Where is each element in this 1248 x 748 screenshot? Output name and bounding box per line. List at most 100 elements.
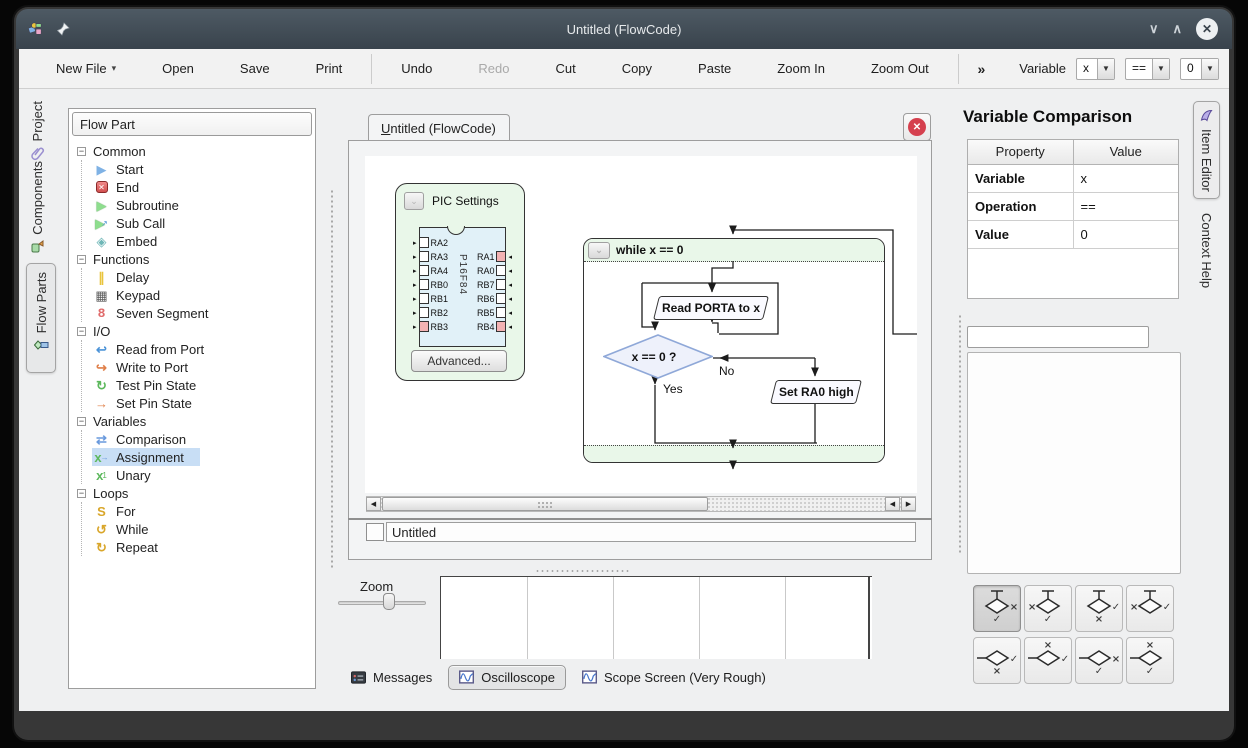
tree-item-unary[interactable]: x1Unary	[92, 466, 167, 484]
scrollbar-thumb[interactable]	[382, 497, 708, 511]
tree-item-keypad[interactable]: ▦Keypad	[92, 286, 176, 304]
panel-splitter[interactable]	[330, 189, 334, 569]
toolbar-button-zoom-out[interactable]: Zoom Out	[857, 55, 943, 83]
collapse-icon[interactable]: −	[77, 255, 86, 264]
item-editor-input[interactable]	[967, 326, 1149, 348]
no-label: No	[719, 364, 734, 378]
branch-option-5[interactable]: ×✓	[973, 637, 1021, 684]
window-title: Untitled (FlowCode)	[16, 22, 1232, 37]
chevron-down-icon: ▼	[1097, 59, 1114, 79]
tree-item-write-to-port[interactable]: ↪Write to Port	[92, 358, 204, 376]
pin-icon[interactable]	[55, 22, 70, 36]
collapse-icon[interactable]: −	[77, 489, 86, 498]
minimize-icon[interactable]: ∨	[1149, 21, 1159, 37]
item-editor-list[interactable]	[967, 352, 1181, 574]
pin-arrow-icon: ◂	[508, 295, 512, 303]
toolbar-button-undo[interactable]: Undo	[387, 55, 446, 83]
tree-item-read-from-port[interactable]: ↩Read from Port	[92, 340, 220, 358]
table-row[interactable]: Value0	[968, 220, 1178, 248]
toolbar-button-open[interactable]: Open	[148, 55, 208, 83]
branch-option-8[interactable]: ×✓	[1126, 637, 1174, 684]
tree-item-repeat[interactable]: ↻Repeat	[92, 538, 174, 556]
scroll-left2-icon[interactable]: ◀	[885, 497, 900, 511]
tree-group-variables[interactable]: −Variables	[75, 412, 312, 430]
toolbar-overflow-icon[interactable]: »	[977, 61, 985, 77]
collapse-button[interactable]: ⌄	[404, 192, 424, 210]
tree-item-for[interactable]: SFor	[92, 502, 152, 520]
advanced-button[interactable]: Advanced...	[411, 350, 507, 372]
maximize-icon[interactable]: ∧	[1172, 21, 1182, 37]
tab-oscilloscope[interactable]: Oscilloscope	[448, 665, 566, 690]
svg-text:✓: ✓	[1061, 654, 1068, 665]
toolbar-button-paste[interactable]: Paste	[684, 55, 745, 83]
tree-item-end[interactable]: ✕End	[92, 178, 155, 196]
variable-select-3[interactable]: 0▼	[1180, 58, 1219, 80]
tree-item-subroutine[interactable]: ▶Subroutine	[92, 196, 195, 214]
variable-select-2[interactable]: ==▼	[1125, 58, 1170, 80]
tree-group-common[interactable]: −Common	[75, 142, 312, 160]
tree-item-assignment[interactable]: x→Assignment	[92, 448, 200, 466]
set-pin-icon: →	[94, 397, 109, 410]
scroll-right-icon[interactable]: ▶	[901, 497, 916, 511]
tree-item-seven-segment[interactable]: 8Seven Segment	[92, 304, 225, 322]
toolbar-button-new-file[interactable]: New File▾	[42, 55, 130, 83]
tree-group-loops[interactable]: −Loops	[75, 484, 312, 502]
tree-item-delay[interactable]: ∥Delay	[92, 268, 165, 286]
branch-option-7[interactable]: ×✓	[1075, 637, 1123, 684]
tree-item-embed[interactable]: ◈Embed	[92, 232, 173, 250]
pic-settings-group[interactable]: ⌄ PIC Settings P16F84 ▸RA2▸RA3▸RA4▸RB0▸R…	[395, 183, 525, 381]
toolbar: New File▾ Open Save Print Undo Redo Cut Copy Pas…	[19, 49, 1229, 89]
tree-item-test-pin-state[interactable]: ↻Test Pin State	[92, 376, 212, 394]
sidebar-tab-components[interactable]: Components	[30, 161, 45, 265]
table-row[interactable]: Operation==	[968, 192, 1178, 220]
toolbar-button-redo[interactable]: Redo	[464, 55, 523, 83]
decision-diamond[interactable]: x == 0 ?	[603, 334, 713, 379]
tree-item-start[interactable]: ▶Start	[92, 160, 159, 178]
tab-messages[interactable]: Messages	[345, 666, 438, 689]
collapse-icon[interactable]: −	[77, 417, 86, 426]
collapse-icon[interactable]: −	[77, 327, 86, 336]
toolbar-button-cut[interactable]: Cut	[541, 55, 589, 83]
zoom-slider-thumb[interactable]	[383, 593, 395, 610]
canvas-hscrollbar[interactable]: ◀ ◀ ▶	[366, 496, 916, 512]
sidebar-tab-project[interactable]: Project	[30, 101, 45, 161]
branch-option-2[interactable]: ×✓	[1024, 585, 1072, 632]
close-icon[interactable]: ✕	[1196, 18, 1218, 40]
flow-part-header[interactable]: Flow Part	[72, 112, 312, 136]
toolbar-button-copy[interactable]: Copy	[608, 55, 666, 83]
read-porta-box[interactable]: Read PORTA to x	[653, 296, 769, 320]
toolbar-button-zoom-in[interactable]: Zoom In	[763, 55, 839, 83]
document-name-field[interactable]: Untitled	[386, 522, 916, 542]
tab-scope-screen-very-rough[interactable]: Scope Screen (Very Rough)	[576, 666, 772, 689]
table-row[interactable]: Variablex	[968, 164, 1178, 192]
branch-option-6[interactable]: ×✓	[1024, 637, 1072, 684]
tree-group-functions[interactable]: −Functions	[75, 250, 312, 268]
set-ra0-box[interactable]: Set RA0 high	[770, 380, 862, 404]
tree-item-while[interactable]: ↺While	[92, 520, 165, 538]
tree-group-i-o[interactable]: −I/O	[75, 322, 312, 340]
branch-option-4[interactable]: ×✓	[1126, 585, 1174, 632]
scroll-left-icon[interactable]: ◀	[366, 497, 381, 511]
right-panel-splitter[interactable]	[958, 314, 962, 554]
tree-item-set-pin-state[interactable]: →Set Pin State	[92, 394, 208, 412]
tree-item-sub-call[interactable]: ▶↗Sub Call	[92, 214, 181, 232]
toolbar-button-save[interactable]: Save	[226, 55, 284, 83]
branch-option-1[interactable]: ×✓	[973, 585, 1021, 632]
set-ra0-label: Set RA0 high	[779, 385, 854, 399]
collapse-icon[interactable]: −	[77, 147, 86, 156]
tree-item-comparison[interactable]: ⇄Comparison	[92, 430, 202, 448]
sidebar-tab-flow-parts[interactable]: Flow Parts	[26, 263, 56, 373]
flowchart-canvas[interactable]: ⌄ PIC Settings P16F84 ▸RA2▸RA3▸RA4▸RB0▸R…	[365, 156, 917, 493]
zoom-slider-track[interactable]	[338, 601, 426, 605]
oscilloscope-handle[interactable]	[535, 569, 631, 574]
sidebar-tab-context-help[interactable]: Context Help	[1199, 213, 1214, 293]
titlebar[interactable]: Untitled (FlowCode) ∨ ∧ ✕	[16, 9, 1232, 49]
document-tab[interactable]: Untitled (FlowCode)	[368, 114, 510, 141]
variable-select-1[interactable]: x▼	[1076, 58, 1115, 80]
pin-rb1: ▸RB1	[413, 293, 448, 304]
document-close-button[interactable]: ✕	[903, 113, 931, 141]
name-checkbox[interactable]	[366, 523, 384, 541]
toolbar-button-print[interactable]: Print	[302, 55, 357, 83]
sidebar-tab-item-editor[interactable]: Item Editor	[1193, 101, 1220, 199]
branch-option-3[interactable]: ×✓	[1075, 585, 1123, 632]
